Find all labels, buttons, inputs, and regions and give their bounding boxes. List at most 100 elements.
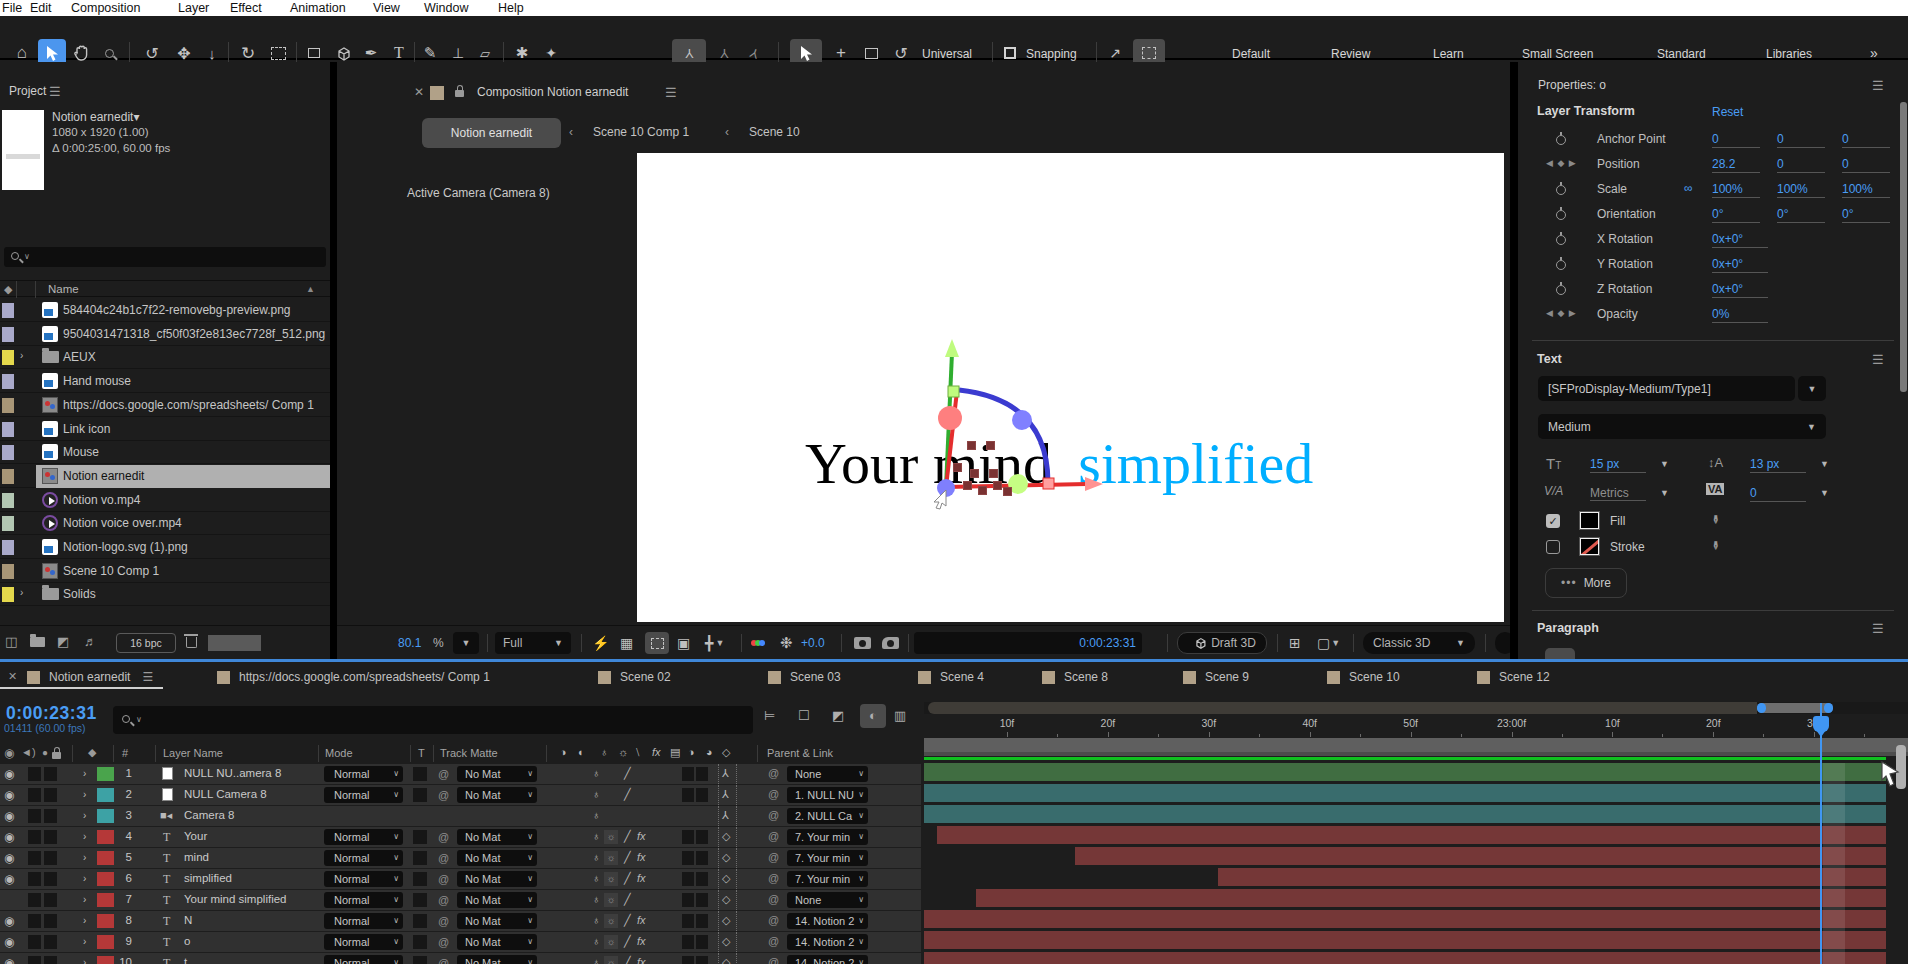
property-value[interactable]: 0° [1712, 207, 1760, 223]
draft-3d-button[interactable]: Draft 3D [1177, 632, 1267, 654]
track-matte-dropdown[interactable]: No Mat∨ [457, 934, 537, 950]
fx-switch-icon[interactable]: fx [637, 956, 646, 964]
fx-switch-icon[interactable]: fx [637, 830, 646, 842]
preserve-transparency-toggle[interactable] [413, 956, 427, 964]
workspace-review[interactable]: Review [1331, 47, 1370, 61]
time-navigator[interactable] [924, 702, 1908, 714]
project-item[interactable]: Notion vo.mp4 [0, 489, 330, 512]
threed-person-icon[interactable]: ⅄ [722, 809, 729, 822]
fast-preview-icon[interactable]: ⚡ [592, 632, 609, 654]
quality-slash-icon[interactable]: ╱ [624, 830, 631, 843]
label-chip[interactable] [2, 540, 14, 555]
menu-help[interactable]: Help [498, 0, 524, 16]
workspace-learn[interactable]: Learn [1433, 47, 1464, 61]
project-search-input[interactable]: ∨ [4, 247, 326, 267]
keyframe-handle[interactable] [953, 463, 962, 472]
audio-toggle[interactable] [28, 872, 41, 886]
fx-switch-icon[interactable]: fx [637, 935, 646, 947]
keyframe-handle[interactable] [986, 441, 995, 450]
mode-dropdown[interactable]: Normal∨ [324, 892, 403, 908]
threed-cube-icon[interactable]: ◇ [722, 935, 730, 948]
workspace-libraries[interactable]: Libraries [1766, 47, 1812, 61]
breadcrumb-root[interactable]: Scene 10 [749, 125, 800, 139]
time-ruler[interactable]: 10f20f30f40f50f23:00f10f20f30f [924, 715, 1908, 738]
threed-cube-icon[interactable]: ◇ [722, 830, 730, 843]
pixel-aspect-icon[interactable]: ▢▼ [1317, 632, 1340, 654]
timeline-layer-row[interactable]: ◉›5TmindNormal∨@No Mat∨♁☼╱fx◇@7. Your mi… [0, 848, 921, 869]
bit-depth-button[interactable]: 16 bpc [116, 633, 176, 653]
preserve-transparency-toggle[interactable] [413, 872, 427, 886]
more-button[interactable]: •••More [1545, 568, 1627, 598]
adjustment-toggle[interactable] [696, 830, 708, 844]
layer-label-chip[interactable] [97, 767, 114, 781]
matte-pickwhip-icon[interactable]: @ [438, 852, 449, 864]
transparency-grid-icon[interactable]: ▦ [620, 632, 633, 654]
property-value[interactable]: 0 [1712, 132, 1760, 148]
property-value[interactable]: 0 [1842, 132, 1890, 148]
stopwatch-icon[interactable] [1556, 210, 1566, 220]
eye-icon[interactable]: ◉ [4, 914, 14, 928]
timeline-tab[interactable]: Scene 12 [1477, 665, 1550, 689]
parent-pickwhip-icon[interactable]: @ [768, 830, 779, 842]
graph-editor-icon[interactable]: ▥ [894, 708, 906, 723]
layer-label-chip[interactable] [97, 809, 114, 823]
project-item[interactable]: ›AEUX [0, 346, 330, 369]
parent-pickwhip-icon[interactable]: @ [768, 935, 779, 947]
quality-switch-icon[interactable]: ☼ [604, 830, 618, 844]
paragraph-menu-icon[interactable]: ☰ [1872, 621, 1884, 636]
timeline-layer-row[interactable]: ◉›2NULL Camera 8Normal∨@No Mat∨♁╱⅄@1. NU… [0, 785, 921, 806]
label-chip[interactable] [2, 564, 14, 579]
menu-layer[interactable]: Layer [178, 0, 209, 16]
keyframe-handle[interactable] [967, 441, 976, 450]
matte-pickwhip-icon[interactable]: @ [438, 873, 449, 885]
motion-blur-toggle[interactable] [682, 788, 694, 802]
property-value[interactable]: 0x+0° [1712, 282, 1768, 298]
property-value[interactable]: 0 [1777, 132, 1825, 148]
timeline-timecode[interactable]: 0:00:23:31 [6, 703, 97, 724]
expand-chevron-icon[interactable]: › [83, 831, 86, 842]
preserve-transparency-toggle[interactable] [413, 788, 427, 802]
solo-toggle[interactable] [44, 830, 57, 844]
expand-chevron-icon[interactable]: › [83, 810, 86, 821]
eye-icon[interactable]: ◉ [4, 851, 14, 865]
preserve-transparency-toggle[interactable] [413, 893, 427, 907]
layer-bar[interactable] [1218, 868, 1886, 886]
property-value[interactable]: 0 [1777, 157, 1825, 173]
parent-pickwhip-icon[interactable]: @ [768, 872, 779, 884]
timeline-tab-close-icon[interactable]: ✕ [8, 670, 17, 683]
frame-blend-icon[interactable]: ◩ [832, 708, 844, 723]
fx-switch-icon[interactable]: fx [637, 851, 646, 863]
track-matte-dropdown[interactable]: No Mat∨ [457, 829, 537, 845]
audio-toggle[interactable] [28, 767, 41, 781]
label-chip[interactable] [2, 327, 14, 342]
keyframe-handle[interactable] [970, 469, 979, 478]
adjustment-toggle[interactable] [696, 872, 708, 886]
tab-menu-icon[interactable]: ☰ [142, 670, 153, 684]
layer-bar[interactable] [937, 826, 1886, 844]
expand-chevron-icon[interactable]: › [83, 852, 86, 863]
preserve-transparency-toggle[interactable] [413, 830, 427, 844]
project-item[interactable]: https://docs.google.com/spreadsheets/ Co… [0, 394, 330, 417]
property-value[interactable]: 0% [1712, 307, 1768, 323]
panel-divider-right[interactable] [1510, 62, 1518, 659]
channel-icon[interactable] [751, 632, 765, 654]
stroke-eyedropper-icon[interactable]: ✒ [1708, 540, 1723, 551]
playhead[interactable] [1813, 716, 1829, 732]
label-chip[interactable] [2, 516, 14, 531]
kerning-chevron[interactable]: ▼ [1660, 488, 1669, 498]
property-value[interactable]: 0x+0° [1712, 257, 1768, 273]
property-value[interactable]: 100% [1777, 182, 1825, 198]
eye-icon[interactable]: ◉ [4, 788, 14, 802]
motion-blur-toggle[interactable] [682, 830, 694, 844]
property-value[interactable]: 0x+0° [1712, 232, 1768, 248]
work-area-bar[interactable] [924, 738, 1908, 756]
label-chip[interactable] [2, 303, 14, 318]
eye-icon[interactable]: ◉ [4, 809, 14, 823]
menu-window[interactable]: Window [424, 0, 468, 16]
timeline-layer-row[interactable]: ◉›6TsimplifiedNormal∨@No Mat∨♁☼╱fx◇@7. Y… [0, 869, 921, 890]
track-matte-dropdown[interactable]: No Mat∨ [457, 871, 537, 887]
mode-dropdown[interactable]: Normal∨ [324, 871, 403, 887]
matte-pickwhip-icon[interactable]: @ [438, 894, 449, 906]
matte-pickwhip-icon[interactable]: @ [438, 936, 449, 948]
anchor-switch-icon[interactable]: ♁ [592, 809, 600, 821]
